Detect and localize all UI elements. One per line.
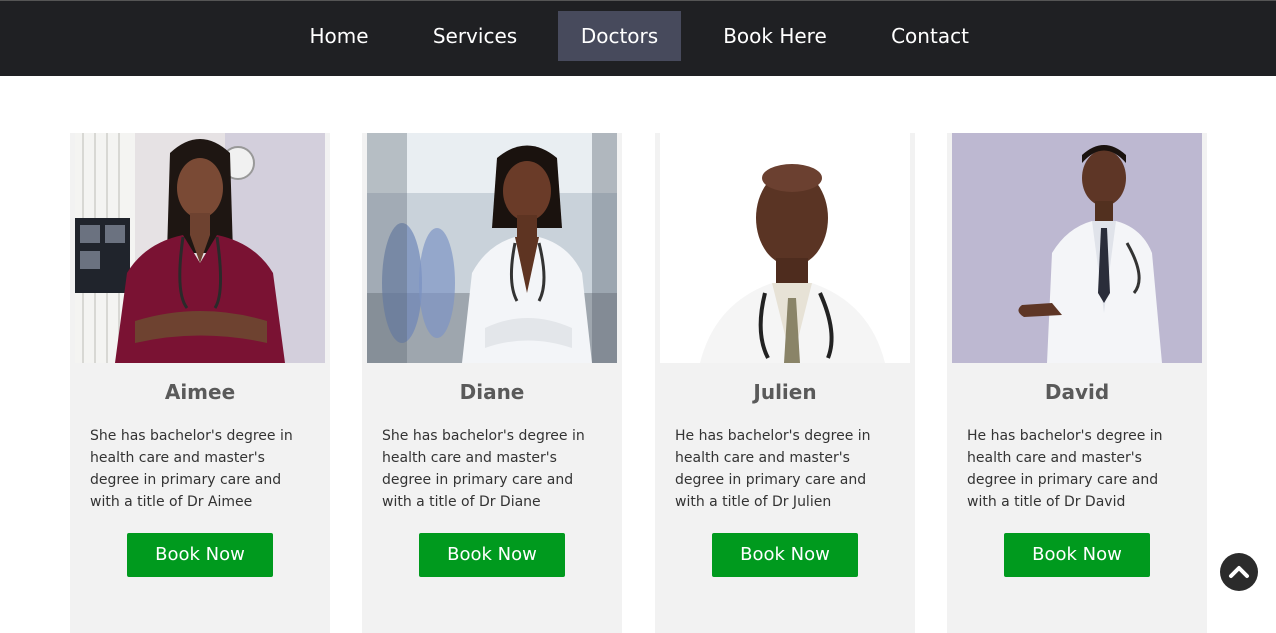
doctor-photo-david (952, 133, 1202, 363)
book-now-button-diane[interactable]: Book Now (419, 533, 565, 577)
doctor-description: She has bachelor's degree in health care… (382, 428, 585, 510)
nav-home[interactable]: Home (298, 11, 380, 61)
top-navigation-bar: Home Services Doctors Book Here Contact (0, 0, 1276, 76)
doctor-photo-julien (660, 133, 910, 363)
doctor-card-julien: Julien He has bachelor's degree in healt… (655, 133, 915, 633)
doctor-name: Aimee (164, 380, 236, 404)
nav-doctors[interactable]: Doctors (558, 11, 681, 61)
book-now-button-aimee[interactable]: Book Now (127, 533, 273, 577)
doctor-photo-diane (367, 133, 617, 363)
doctor-card-david: David He has bachelor's degree in health… (947, 133, 1207, 633)
book-now-button-david[interactable]: Book Now (1004, 533, 1150, 577)
doctor-card-aimee: Aimee She has bachelor's degree in healt… (70, 133, 330, 633)
nav-contact[interactable]: Contact (880, 11, 980, 61)
doctor-name: Julien (753, 380, 817, 404)
doctor-name: David (1044, 380, 1110, 404)
doctor-photo-aimee (75, 133, 325, 363)
doctor-description: He has bachelor's degree in health care … (675, 428, 871, 510)
doctor-name: Diane (459, 380, 525, 404)
book-now-button-julien[interactable]: Book Now (712, 533, 858, 577)
scroll-to-top-button[interactable] (1220, 553, 1258, 591)
doctor-card-diane: Diane She has bachelor's degree in healt… (362, 133, 622, 633)
chevron-up-icon (1229, 566, 1249, 578)
nav-book-here[interactable]: Book Here (710, 11, 840, 61)
doctor-description: He has bachelor's degree in health care … (967, 428, 1163, 510)
doctor-description: She has bachelor's degree in health care… (90, 428, 293, 510)
nav-services[interactable]: Services (420, 11, 530, 61)
